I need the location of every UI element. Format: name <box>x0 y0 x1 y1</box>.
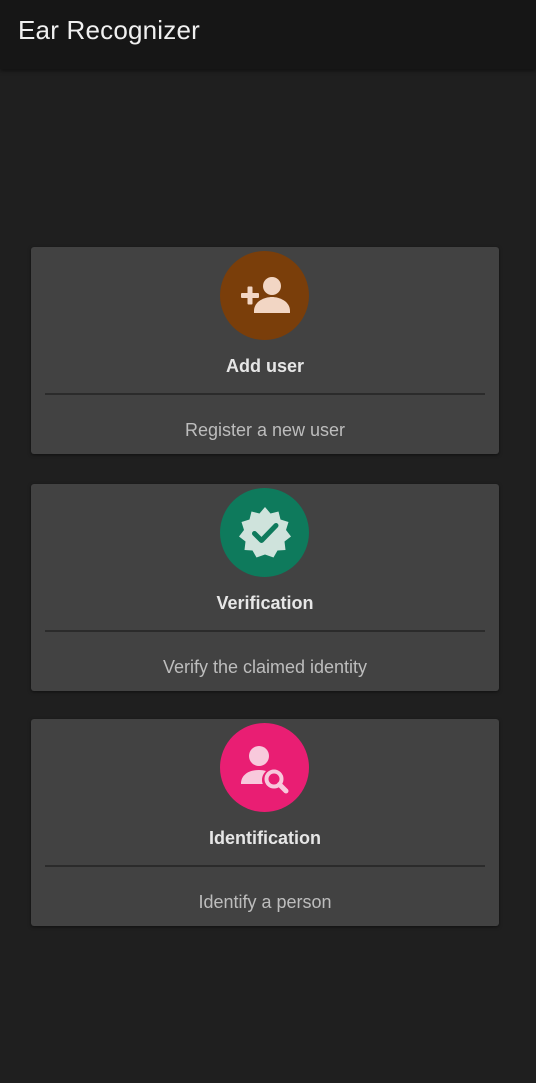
identification-title: Identification <box>209 828 321 848</box>
add-user-title: Add user <box>225 356 304 376</box>
app-bar: Ear Recognizer <box>0 0 536 69</box>
person-search-icon <box>240 745 288 793</box>
verification-card[interactable]: Verification Verify the claimed identity <box>31 484 499 691</box>
divider <box>45 393 485 395</box>
identification-icon-circle <box>220 723 309 812</box>
verification-icon-circle <box>220 488 309 577</box>
divider <box>45 865 485 867</box>
verification-subtitle: Verify the claimed identity <box>162 657 368 677</box>
divider <box>45 630 485 632</box>
app-title: Ear Recognizer <box>18 15 200 45</box>
add-user-card[interactable]: Add user Register a new user <box>31 247 499 454</box>
verification-title: Verification <box>216 593 314 613</box>
identification-card[interactable]: Identification Identify a person <box>31 719 499 926</box>
add-user-subtitle: Register a new user <box>184 420 346 440</box>
identification-subtitle: Identify a person <box>198 892 332 912</box>
person-add-icon <box>240 276 290 313</box>
add-user-icon-circle <box>220 251 309 340</box>
verified-badge-icon <box>238 506 291 557</box>
